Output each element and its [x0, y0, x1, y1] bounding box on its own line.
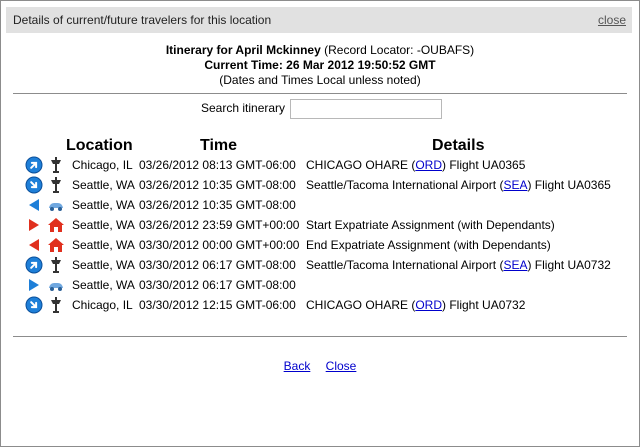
airport-code-link[interactable]: SEA — [503, 258, 527, 272]
table-row: Seattle, WA 03/30/2012 06:17 GMT-08:00 — [1, 275, 639, 295]
back-link[interactable]: Back — [284, 359, 311, 373]
row-details: CHICAGO OHARE (ORD) Flight UA0732 — [306, 298, 526, 312]
column-header-time: Time — [200, 137, 238, 154]
travelers-dialog: Details of current/future travelers for … — [0, 0, 640, 447]
row-location: Seattle, WA — [72, 278, 135, 292]
airport-tower-icon — [47, 156, 65, 174]
search-label: Search itinerary — [201, 101, 286, 115]
row-location: Seattle, WA — [72, 198, 135, 212]
row-details: End Expatriate Assignment (with Dependan… — [306, 238, 551, 252]
airport-code-link[interactable]: SEA — [503, 178, 527, 192]
row-time: 03/30/2012 12:15 GMT-06:00 — [139, 298, 296, 312]
footer-links: Back Close — [1, 359, 639, 373]
row-location: Seattle, WA — [72, 258, 135, 272]
itinerary-line: Itinerary for April Mckinney (Record Loc… — [1, 43, 639, 58]
car-icon — [47, 276, 65, 294]
blue-arrow-left-icon — [25, 196, 43, 214]
row-details: Seattle/Tacoma International Airport (SE… — [306, 178, 611, 192]
table-row: Seattle, WA 03/26/2012 10:35 GMT-08:00 Sea… — [1, 175, 639, 195]
row-location: Chicago, IL — [72, 298, 133, 312]
column-header-location: Location — [66, 137, 133, 154]
close-button[interactable]: Close — [326, 359, 357, 373]
dialog-titlebar: Details of current/future travelers for … — [6, 7, 632, 33]
row-location: Chicago, IL — [72, 158, 133, 172]
row-time: 03/26/2012 10:35 GMT-08:00 — [139, 178, 296, 192]
itinerary-traveler: Itinerary for April Mckinney — [165, 43, 321, 57]
itinerary-header: Itinerary for April Mckinney (Record Loc… — [1, 43, 639, 88]
row-time: 03/30/2012 06:17 GMT-08:00 — [139, 258, 296, 272]
record-locator: (Record Locator: -OUBAFS) — [320, 43, 475, 57]
row-time: 03/26/2012 08:13 GMT-06:00 — [139, 158, 296, 172]
blue-arrow-right-icon — [25, 276, 43, 294]
table-row: Chicago, IL 03/26/2012 08:13 GMT-06:00 CHI… — [1, 155, 639, 175]
table-row: Seattle, WA 03/26/2012 23:59 GMT+00:00 Sta… — [1, 215, 639, 235]
row-location: Seattle, WA — [72, 178, 135, 192]
row-details: Start Expatriate Assignment (with Depend… — [306, 218, 555, 232]
row-time: 03/26/2012 10:35 GMT-08:00 — [139, 198, 296, 212]
blue-arrow-up-right-icon — [25, 256, 43, 274]
timezone-note: (Dates and Times Local unless noted) — [219, 73, 421, 87]
car-icon — [47, 196, 65, 214]
table-row: Seattle, WA 03/30/2012 00:00 GMT+00:00 End… — [1, 235, 639, 255]
airport-tower-icon — [47, 176, 65, 194]
current-time: Current Time: 26 Mar 2012 19:50:52 GMT — [204, 58, 436, 72]
red-arrow-left-icon — [25, 236, 43, 254]
column-header-details: Details — [432, 137, 485, 154]
airport-code-link[interactable]: ORD — [415, 158, 442, 172]
blue-arrow-down-right-icon — [25, 296, 43, 314]
top-divider — [13, 93, 627, 94]
house-icon — [47, 236, 65, 254]
blue-arrow-down-right-icon — [25, 176, 43, 194]
search-input[interactable] — [290, 99, 442, 119]
row-time: 03/26/2012 23:59 GMT+00:00 — [139, 218, 300, 232]
row-details: Seattle/Tacoma International Airport (SE… — [306, 258, 611, 272]
airport-tower-icon — [47, 296, 65, 314]
row-time: 03/30/2012 00:00 GMT+00:00 — [139, 238, 300, 252]
table-row: Chicago, IL 03/30/2012 12:15 GMT-06:00 CHI… — [1, 295, 639, 315]
red-arrow-right-icon — [25, 216, 43, 234]
row-details: CHICAGO OHARE (ORD) Flight UA0365 — [306, 158, 526, 172]
airport-tower-icon — [47, 256, 65, 274]
close-link[interactable]: close — [598, 13, 626, 27]
table-row: Seattle, WA 03/26/2012 10:35 GMT-08:00 — [1, 195, 639, 215]
dialog-title: Details of current/future travelers for … — [13, 13, 272, 27]
table-row: Seattle, WA 03/30/2012 06:17 GMT-08:00 Sea… — [1, 255, 639, 275]
blue-arrow-up-right-icon — [25, 156, 43, 174]
row-location: Seattle, WA — [72, 238, 135, 252]
bottom-divider — [13, 336, 627, 337]
search-row: Search itinerary — [201, 99, 442, 119]
row-location: Seattle, WA — [72, 218, 135, 232]
row-time: 03/30/2012 06:17 GMT-08:00 — [139, 278, 296, 292]
house-icon — [47, 216, 65, 234]
airport-code-link[interactable]: ORD — [415, 298, 442, 312]
